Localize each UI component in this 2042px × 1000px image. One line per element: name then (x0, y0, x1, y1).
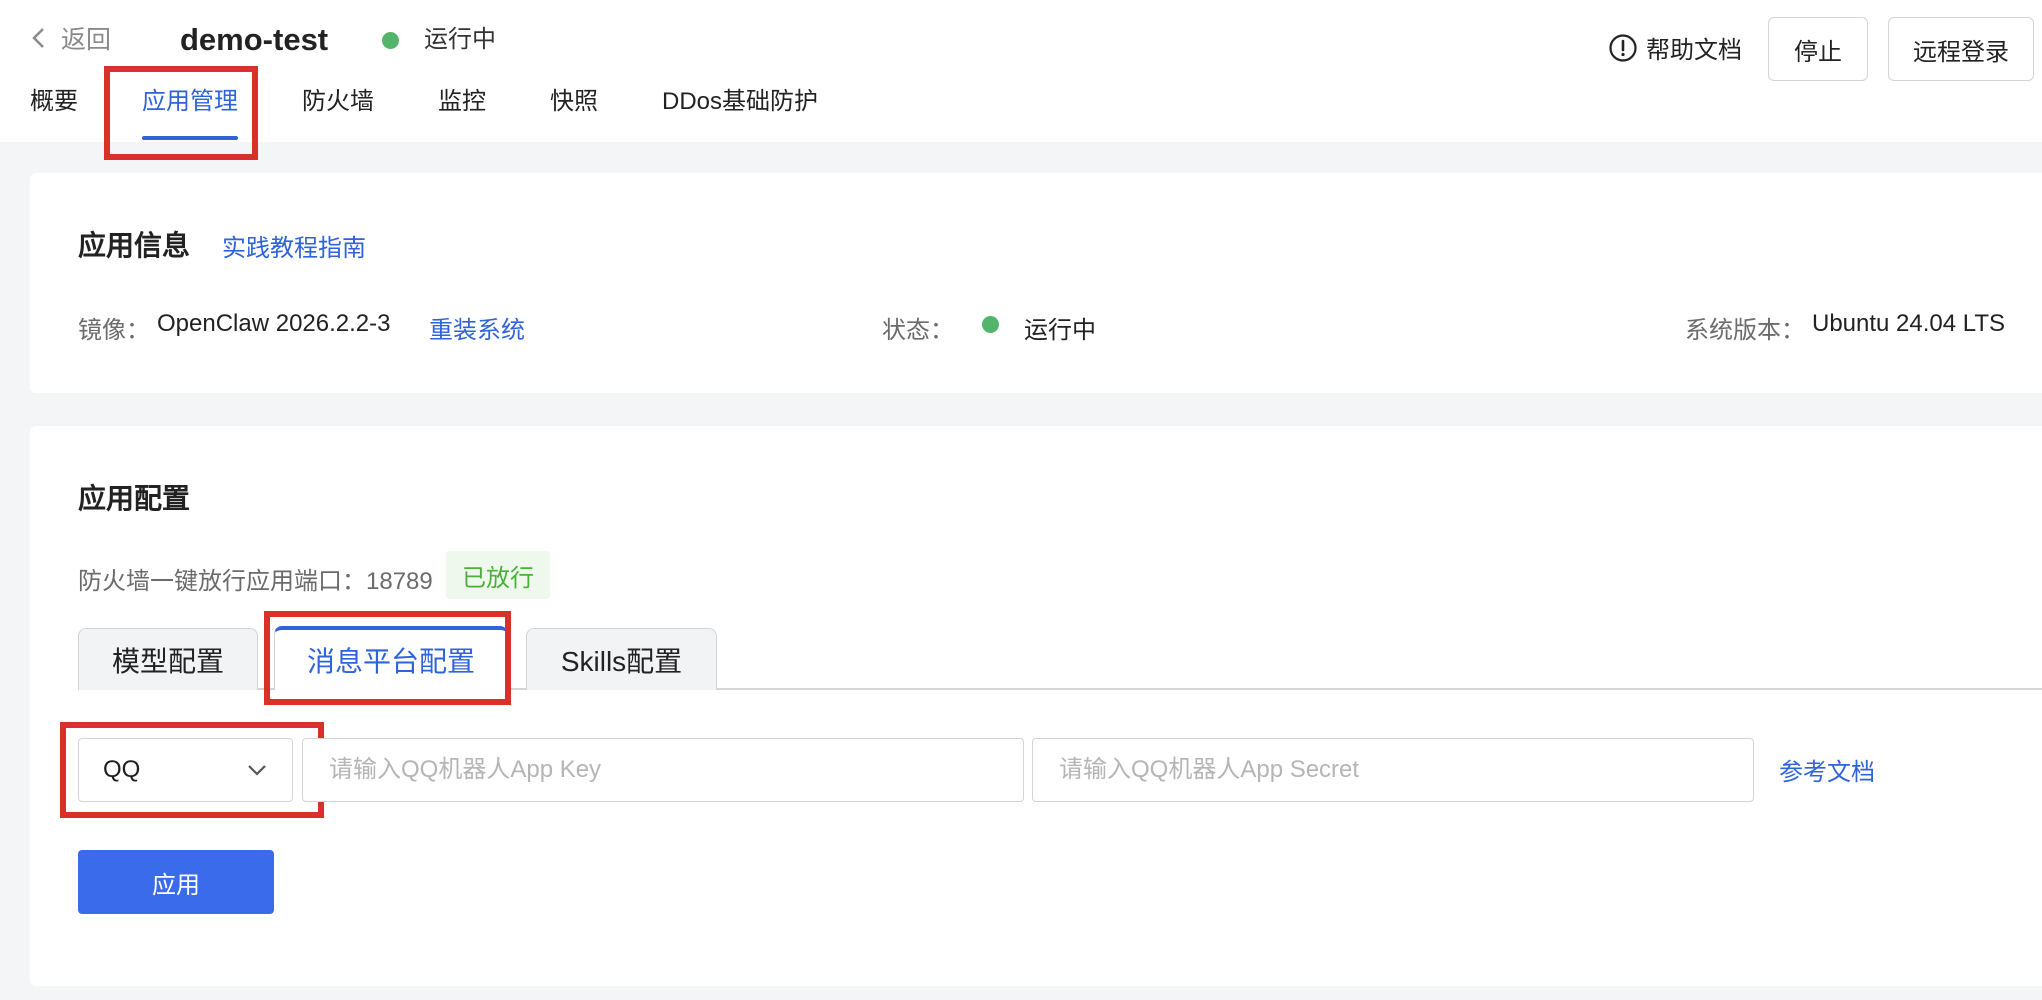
subtab-model-config[interactable]: 模型配置 (78, 628, 258, 690)
os-version-label: 系统版本： (1685, 317, 1805, 344)
tutorial-guide-link[interactable]: 实践教程指南 (222, 228, 366, 263)
back-button[interactable]: 返回 (31, 18, 111, 58)
active-tab-underline (142, 136, 238, 140)
platform-select[interactable]: QQ (78, 738, 293, 802)
platform-select-value: QQ (103, 756, 141, 783)
app-config-title: 应用配置 (78, 483, 191, 514)
image-value: OpenClaw 2026.2.2-3 (157, 310, 391, 337)
subtab-message-platform-config[interactable]: 消息平台配置 (274, 626, 508, 690)
stop-button[interactable]: 停止 (1768, 17, 1868, 81)
status-value: 运行中 (1024, 317, 1096, 344)
status-dot-icon (382, 32, 399, 49)
tab-overview[interactable]: 概要 (30, 84, 78, 120)
chevron-down-icon (248, 765, 266, 776)
tab-ddos-protection[interactable]: DDos基础防护 (662, 84, 818, 120)
image-label: 镜像： (78, 317, 150, 344)
app-secret-input[interactable] (1057, 755, 1753, 785)
app-info-title: 应用信息 (78, 230, 191, 261)
released-status-tag: 已放行 (446, 551, 550, 599)
help-doc-label: 帮助文档 (1646, 37, 1742, 64)
tab-monitoring[interactable]: 监控 (438, 84, 486, 120)
tab-snapshot[interactable]: 快照 (550, 84, 598, 120)
app-config-card (30, 426, 2042, 986)
info-circle-icon (1609, 33, 1637, 62)
instance-status: 运行中 (424, 26, 496, 53)
chevron-left-icon (32, 28, 44, 48)
status-label: 状态： (882, 317, 954, 344)
app-secret-field[interactable] (1032, 738, 1754, 802)
os-version-value: Ubuntu 24.04 LTS (1812, 310, 2006, 337)
app-key-input[interactable] (327, 755, 1023, 785)
apply-button[interactable]: 应用 (78, 850, 274, 914)
remote-login-button[interactable]: 远程登录 (1888, 17, 2034, 81)
firewall-port-text: 防火墙一键放行应用端口：18789 (78, 568, 433, 595)
tab-firewall[interactable]: 防火墙 (302, 84, 374, 120)
reference-doc-link[interactable]: 参考文档 (1779, 752, 1875, 787)
status-dot-icon (982, 316, 999, 333)
app-info-card (30, 173, 2042, 393)
reinstall-system-link[interactable]: 重装系统 (429, 310, 525, 345)
back-label: 返回 (61, 26, 112, 54)
tab-app-management[interactable]: 应用管理 (142, 84, 238, 120)
subtab-skills-config[interactable]: Skills配置 (526, 628, 717, 690)
help-doc-link[interactable]: 帮助文档 (1608, 30, 1742, 65)
app-key-field[interactable] (302, 738, 1024, 802)
instance-name: demo-test (180, 22, 329, 57)
